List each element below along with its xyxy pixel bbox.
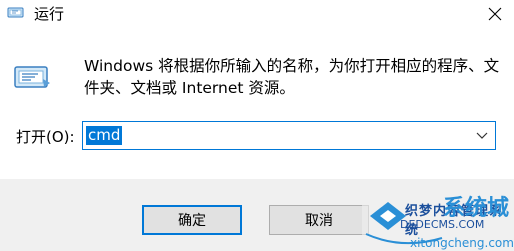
close-icon — [488, 7, 502, 21]
run-app-icon — [7, 7, 24, 18]
close-button[interactable] — [476, 0, 514, 28]
open-label: 打开(O): — [16, 128, 75, 146]
watermark-brand: 系统城 — [443, 196, 510, 221]
dialog-description: Windows 将根据你所输入的名称，为你打开相应的程序、文件夹、文档或 Int… — [84, 57, 500, 97]
title-bar: 运行 — [0, 0, 514, 30]
ok-button[interactable]: 确定 — [142, 205, 242, 235]
command-input[interactable]: cmd — [86, 126, 123, 145]
run-dialog: 运行 Windows 将根据你所输入的名称，为你打开相应的程序、文件夹、文档或 … — [0, 0, 514, 251]
cancel-button[interactable]: 取消 — [269, 205, 369, 235]
window-title: 运行 — [34, 5, 65, 23]
chevron-down-icon[interactable] — [475, 128, 489, 142]
watermark-url: xitongcheng.com — [410, 236, 514, 250]
command-combobox[interactable]: cmd — [82, 121, 496, 150]
run-program-icon — [14, 66, 50, 88]
